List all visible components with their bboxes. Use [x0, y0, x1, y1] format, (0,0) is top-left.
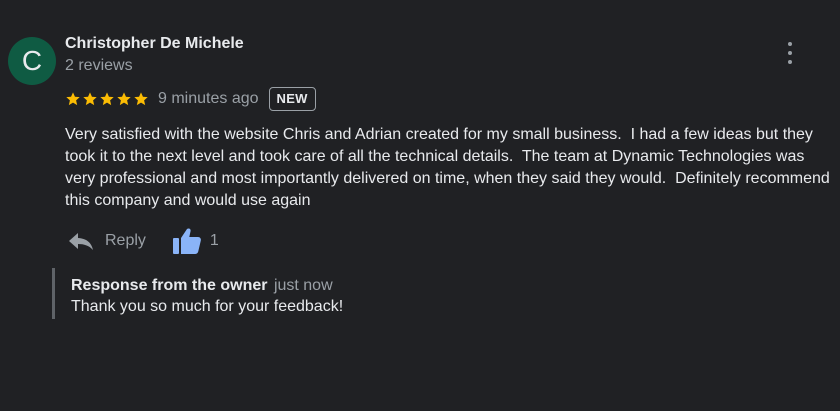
new-badge: NEW	[268, 87, 316, 111]
rating-row: 9 minutes ago NEW	[65, 86, 316, 112]
star-icon	[117, 92, 131, 106]
more-vert-icon-dot	[788, 60, 792, 64]
star-rating	[65, 91, 149, 107]
reply-icon	[69, 233, 93, 250]
owner-response-title: Response from the owner	[71, 277, 268, 294]
avatar-letter: C	[21, 45, 43, 76]
review-text: Very satisfied with the website Chris an…	[65, 126, 835, 209]
review-time: 9 minutes ago	[158, 90, 259, 107]
thumbs-up-icon	[172, 228, 201, 254]
more-vert-icon-dot	[788, 51, 792, 55]
star-icon	[83, 92, 97, 106]
reply-button[interactable]: Reply	[65, 230, 146, 252]
like-count: 1	[209, 232, 219, 249]
review-actions: Reply 1	[65, 226, 219, 256]
more-vert-icon	[788, 42, 792, 46]
reply-label: Reply	[105, 232, 146, 249]
owner-response-time: just now	[273, 277, 333, 294]
star-icon	[66, 92, 80, 106]
star-icon	[134, 92, 148, 106]
like-button[interactable]: 1	[172, 227, 219, 255]
author-name[interactable]: Christopher De Michele	[65, 35, 244, 53]
star-icon	[100, 92, 114, 106]
more-options-button[interactable]	[780, 40, 800, 66]
owner-response: Response from the owner just now Thank y…	[52, 268, 343, 319]
avatar[interactable]: C	[8, 37, 56, 85]
owner-response-header: Response from the owner just now	[71, 276, 343, 296]
owner-response-text: Thank you so much for your feedback!	[71, 298, 344, 315]
author-review-count[interactable]: 2 reviews	[65, 57, 133, 75]
